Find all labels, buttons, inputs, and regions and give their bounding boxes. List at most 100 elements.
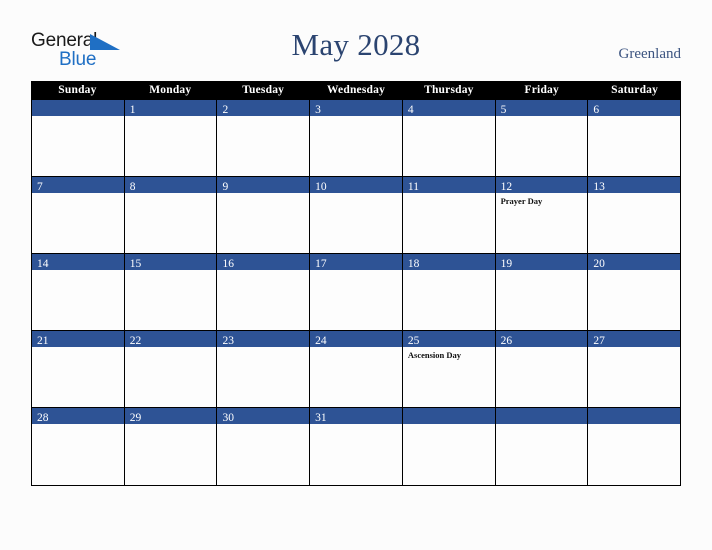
calendar-day-cell[interactable]: 20 xyxy=(588,254,681,330)
day-number: 24 xyxy=(315,335,327,347)
weekday-header-saturday: Saturday xyxy=(611,84,659,96)
day-number: 25 xyxy=(407,335,420,347)
event-label: Prayer Day xyxy=(500,196,543,206)
calendar-day-cell[interactable]: 1 xyxy=(124,100,218,176)
weekday-header-monday: Monday xyxy=(149,84,192,96)
day-number-bar: 14 xyxy=(32,254,124,270)
calendar-day-cell[interactable]: 30 xyxy=(217,408,311,485)
day-number-bar: 30 xyxy=(217,408,310,424)
calendar-day-cell[interactable]: 23 xyxy=(217,331,311,407)
calendar-day-cell[interactable] xyxy=(495,408,589,485)
day-number: 18 xyxy=(407,258,420,270)
calendar-day-cell[interactable]: 17 xyxy=(310,254,403,330)
calendar-day-cell[interactable]: 19 xyxy=(495,254,589,330)
weekday-header-thursday: Thursday xyxy=(424,84,474,96)
calendar-day-cell[interactable] xyxy=(32,100,125,176)
day-number: 28 xyxy=(37,412,49,424)
calendar-day-cell[interactable] xyxy=(402,408,496,485)
day-number-bar: 20 xyxy=(588,254,681,270)
day-number-bar: 11 xyxy=(402,177,495,193)
day-number: 15 xyxy=(129,258,142,270)
day-number-bar xyxy=(402,408,495,424)
day-number-bar: 1 xyxy=(124,100,217,116)
weekday-header-wednesday: Wednesday xyxy=(326,84,386,96)
day-number-bar: 26 xyxy=(495,331,588,347)
calendar-day-cell[interactable]: 4 xyxy=(402,100,496,176)
calendar-day-cell[interactable]: 15 xyxy=(124,254,218,330)
day-number-bar: 18 xyxy=(402,254,495,270)
day-events: Prayer Day xyxy=(496,193,588,207)
calendar-day-cell[interactable]: 12 Prayer Day xyxy=(495,177,589,253)
calendar-day-cell[interactable]: 8 xyxy=(124,177,218,253)
calendar-week-row: 21 22 23 24 25 Ascension Day 26 27 xyxy=(32,331,681,408)
day-number: 5 xyxy=(500,104,507,116)
day-number: 14 xyxy=(37,258,49,270)
day-number-bar: 17 xyxy=(310,254,402,270)
calendar-day-cell[interactable]: 22 xyxy=(124,331,218,407)
day-number-bar: 6 xyxy=(588,100,681,116)
calendar-weeks: 1 2 3 4 5 6 7 8 9 10 11 12 Prayer Day 13 14 15 16 17 18 19 2… xyxy=(31,100,681,486)
calendar-page: General Blue May 2028 Greenland Sunday M… xyxy=(0,0,712,550)
day-number: 1 xyxy=(129,104,136,116)
calendar-day-cell[interactable]: 14 xyxy=(32,254,125,330)
weekday-header-friday: Friday xyxy=(524,84,559,96)
calendar-day-cell[interactable]: 10 xyxy=(310,177,403,253)
day-number: 3 xyxy=(315,104,321,116)
day-number-bar: 19 xyxy=(495,254,588,270)
calendar-day-cell[interactable]: 29 xyxy=(124,408,218,485)
day-number: 22 xyxy=(129,335,142,347)
calendar-day-cell[interactable]: 5 xyxy=(495,100,589,176)
day-number: 6 xyxy=(593,104,600,116)
day-number: 21 xyxy=(37,335,49,347)
calendar-day-cell[interactable]: 31 xyxy=(310,408,403,485)
day-number: 10 xyxy=(315,181,327,193)
day-number: 4 xyxy=(407,104,414,116)
day-number-bar: 2 xyxy=(217,100,310,116)
day-number-bar: 21 xyxy=(32,331,124,347)
calendar-day-cell[interactable]: 11 xyxy=(402,177,496,253)
calendar-day-cell[interactable]: 18 xyxy=(402,254,496,330)
day-number: 12 xyxy=(500,181,513,193)
day-number: 16 xyxy=(222,258,234,270)
day-number: 2 xyxy=(222,104,229,116)
day-number-bar xyxy=(32,100,124,116)
calendar-day-cell[interactable]: 26 xyxy=(495,331,589,407)
location-label: Greenland xyxy=(618,46,681,62)
day-number-bar: 16 xyxy=(217,254,310,270)
day-number: 23 xyxy=(222,335,234,347)
calendar-day-cell[interactable]: 3 xyxy=(310,100,403,176)
day-number: 13 xyxy=(593,181,605,193)
day-number: 17 xyxy=(315,258,327,270)
day-number-bar: 29 xyxy=(124,408,217,424)
day-number-bar: 10 xyxy=(310,177,402,193)
calendar-grid: Sunday Monday Tuesday Wednesday Thursday… xyxy=(31,81,681,486)
calendar-day-cell[interactable] xyxy=(588,408,681,485)
event-label: Ascension Day xyxy=(407,350,462,360)
weekday-header-sunday: Sunday xyxy=(58,84,97,96)
calendar-day-cell[interactable]: 27 xyxy=(588,331,681,407)
day-number-bar: 9 xyxy=(217,177,310,193)
calendar-day-cell[interactable]: 13 xyxy=(588,177,681,253)
calendar-day-cell[interactable]: 7 xyxy=(32,177,125,253)
day-number: 31 xyxy=(315,412,327,424)
calendar-week-row: 28 29 30 31 xyxy=(32,408,681,485)
calendar-week-row: 1 2 3 4 5 6 xyxy=(32,100,681,177)
calendar-day-cell[interactable]: 2 xyxy=(217,100,311,176)
calendar-day-cell[interactable]: 16 xyxy=(217,254,311,330)
page-header: General Blue May 2028 Greenland xyxy=(0,0,712,80)
day-number: 20 xyxy=(593,258,605,270)
day-number-bar: 7 xyxy=(32,177,124,193)
calendar-day-cell[interactable]: 9 xyxy=(217,177,311,253)
calendar-day-cell[interactable]: 28 xyxy=(32,408,125,485)
calendar-day-cell[interactable]: 6 xyxy=(588,100,681,176)
calendar-day-cell[interactable]: 21 xyxy=(32,331,125,407)
calendar-day-cell[interactable]: 24 xyxy=(310,331,403,407)
calendar-day-cell[interactable]: 25 Ascension Day xyxy=(402,331,496,407)
day-number-bar xyxy=(495,408,588,424)
calendar-week-row: 7 8 9 10 11 12 Prayer Day 13 xyxy=(32,177,681,254)
weekday-header-row: Sunday Monday Tuesday Wednesday Thursday… xyxy=(31,81,681,100)
day-number: 19 xyxy=(500,258,513,270)
day-number-bar: 12 xyxy=(495,177,588,193)
day-number-bar: 22 xyxy=(124,331,217,347)
day-number: 8 xyxy=(129,181,136,193)
